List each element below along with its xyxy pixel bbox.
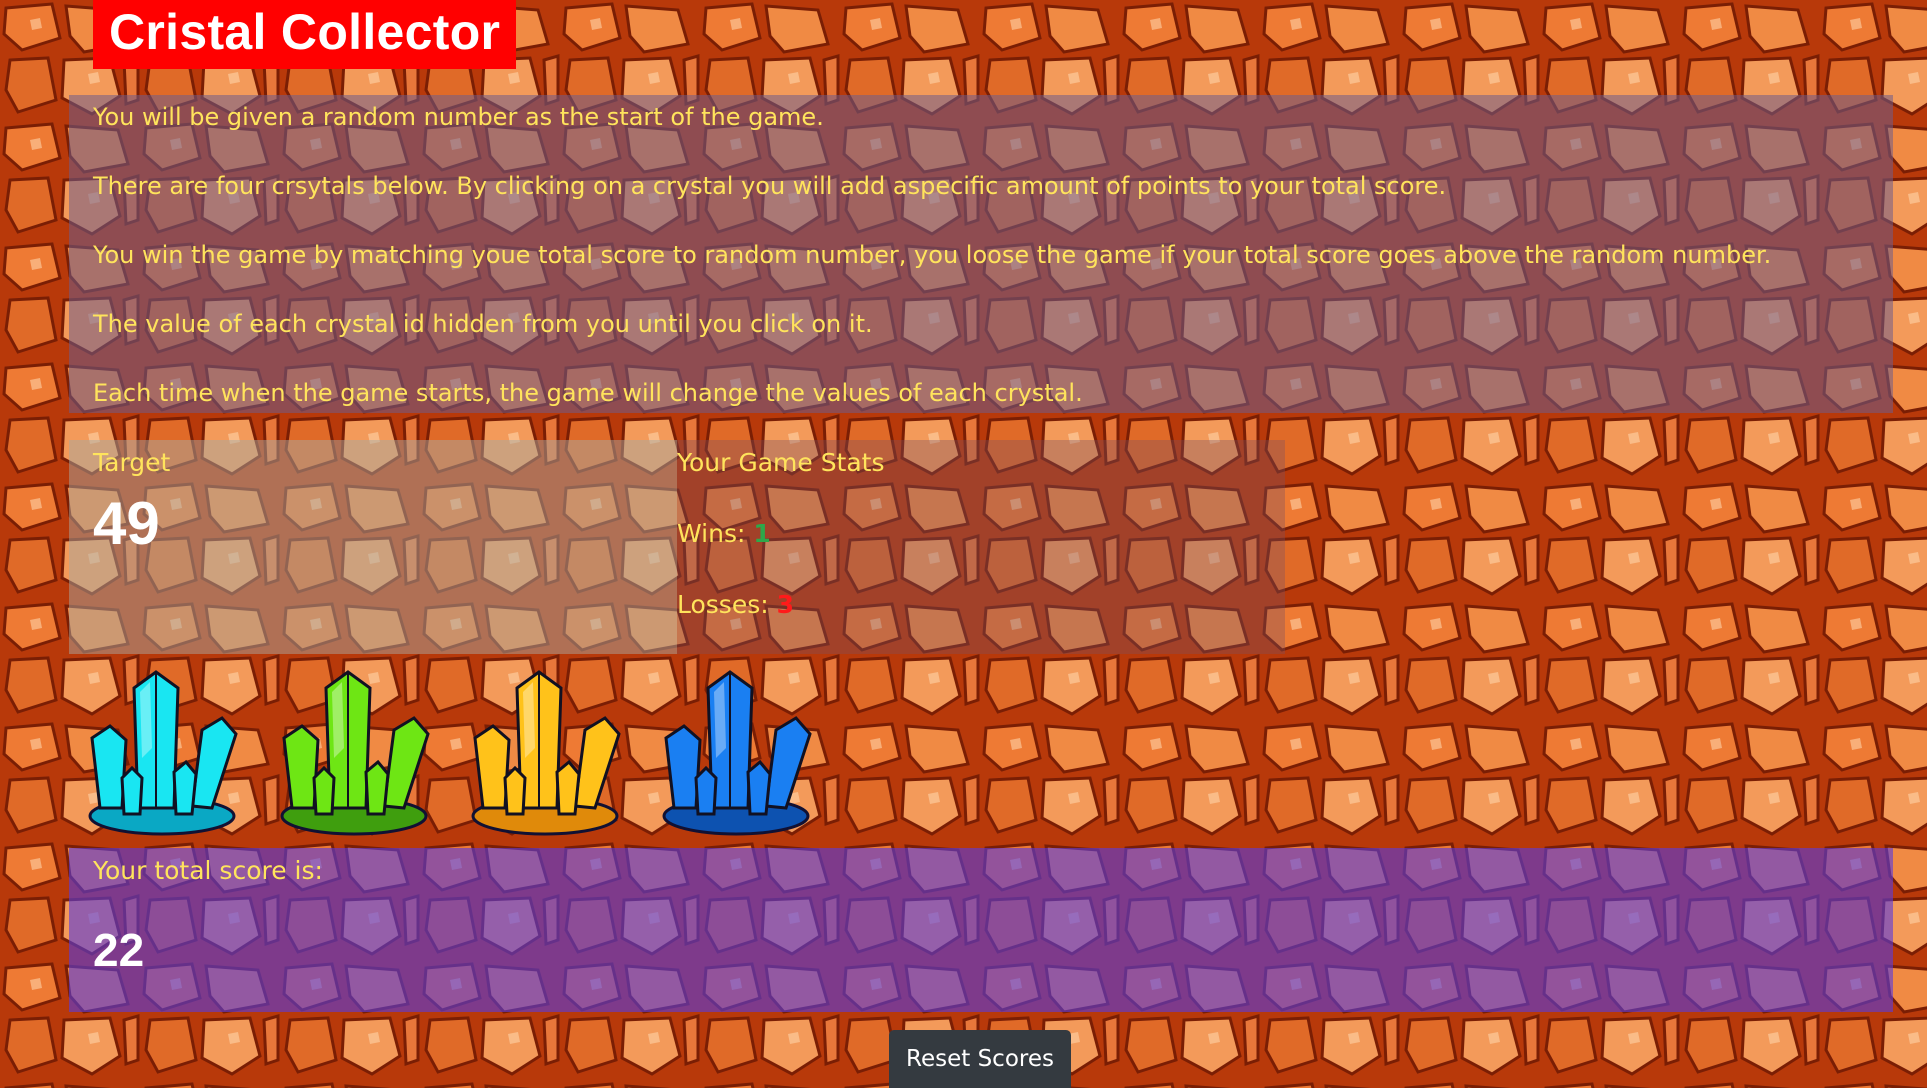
blue-crystal-icon[interactable] [656,668,821,838]
reset-scores-button[interactable]: Reset Scores [889,1030,1071,1088]
wins-value: 1 [753,519,771,548]
instructions-panel: You will be given a random number as the… [69,95,1893,413]
instruction-line: Each time when the game starts, the game… [93,379,1083,407]
app-title: Cristal Collector [93,0,517,69]
instruction-line: There are four crsytals below. By clicki… [93,172,1447,200]
total-score-panel: Your total score is: 22 [69,848,1893,1012]
yellow-crystal-icon[interactable] [465,668,630,838]
cyan-crystal-icon[interactable] [82,668,247,838]
target-panel: Target 49 [69,440,677,654]
green-crystal-icon[interactable] [274,668,439,838]
game-stats-panel: Your Game Stats Wins: 1 Losses: 3 [677,440,1285,654]
target-label: Target [93,448,171,477]
target-value: 49 [93,490,160,557]
losses-value: 3 [776,590,795,619]
score-value: 22 [93,924,145,976]
score-label: Your total score is: [93,856,323,885]
wins-row: Wins: 1 [677,517,1285,550]
losses-row: Losses: 3 [677,588,1285,621]
instruction-line: The value of each crystal id hidden from… [93,310,873,338]
losses-label: Losses: [677,590,777,619]
stats-heading: Your Game Stats [677,448,885,477]
instruction-line: You win the game by matching youe total … [93,241,1772,269]
wins-label: Wins: [677,519,754,548]
instruction-line: You will be given a random number as the… [93,103,824,131]
